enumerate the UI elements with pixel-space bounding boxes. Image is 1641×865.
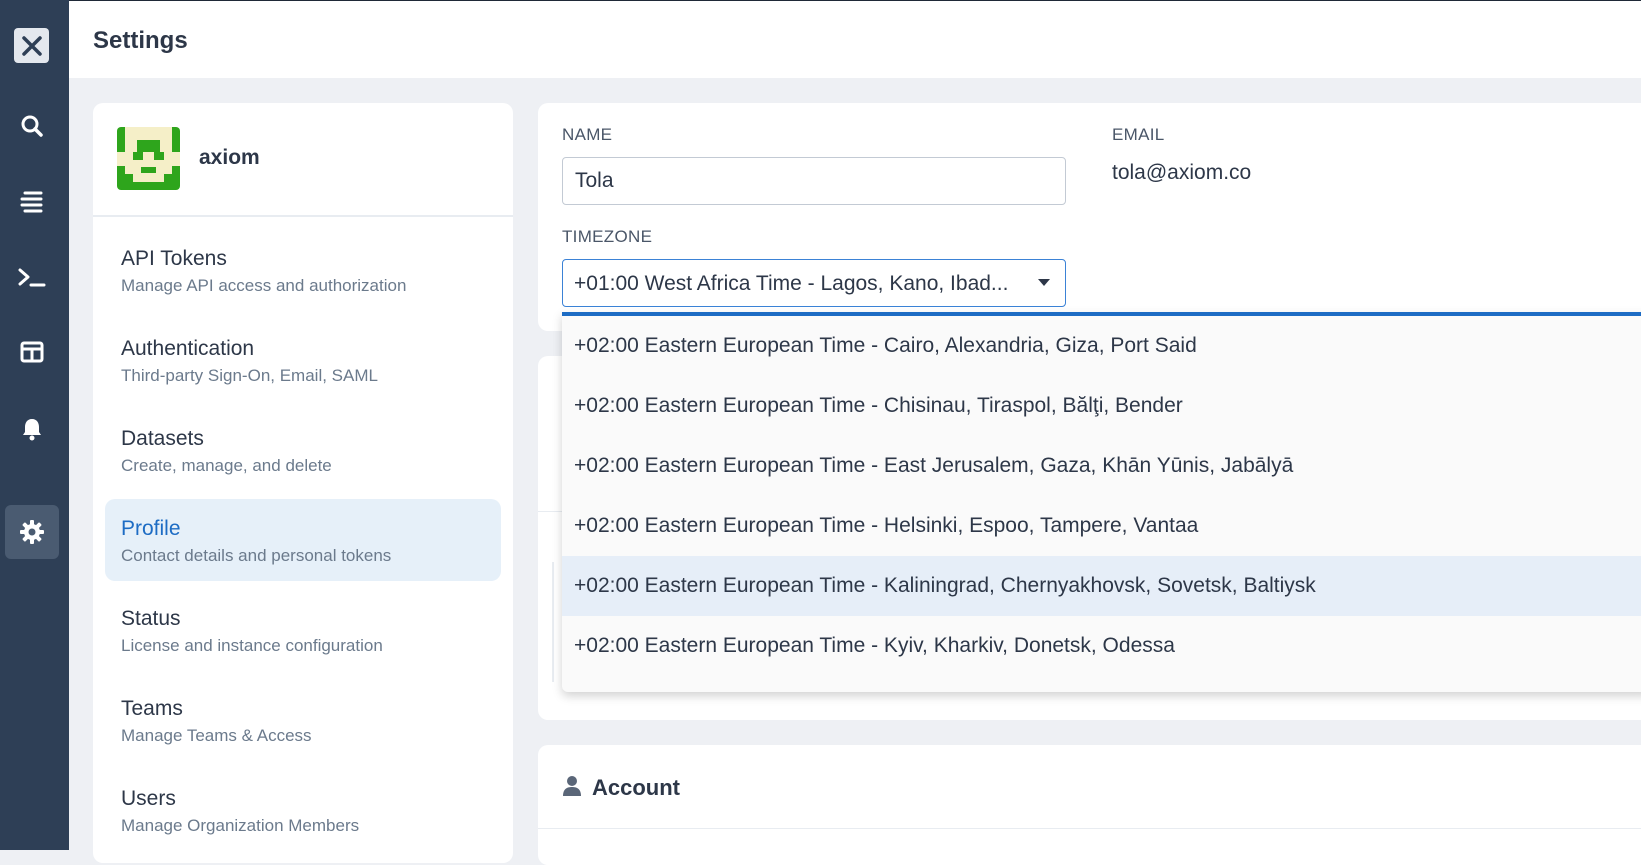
org-avatar: [117, 127, 180, 190]
org-name: axiom: [199, 146, 260, 169]
nav-item-label: API Tokens: [121, 247, 227, 270]
nav-item-desc: Manage Teams & Access: [121, 726, 312, 745]
nav-item-desc: Contact details and personal tokens: [121, 546, 392, 565]
page-title: Settings: [93, 27, 188, 54]
nav-item-desc: Third-party Sign-On, Email, SAML: [121, 366, 378, 385]
nav-item-status[interactable]: Status License and instance configuratio…: [105, 589, 501, 671]
nav-item-api-tokens[interactable]: API Tokens Manage API access and authori…: [105, 229, 501, 311]
search-icon: [21, 115, 43, 137]
timezone-dropdown: +02:00 Eastern European Time - Cairo, Al…: [562, 312, 1641, 692]
timezone-selected-value: +01:00 West Africa Time - Lagos, Kano, I…: [574, 272, 1009, 295]
name-label: NAME: [562, 125, 613, 144]
nav-item-users[interactable]: Users Manage Organization Members: [105, 769, 501, 851]
timezone-option[interactable]: +02:00 Eastern European Time - Cairo, Al…: [562, 316, 1641, 376]
caret-down-icon: [1038, 279, 1050, 286]
org-header: axiom: [93, 103, 513, 217]
card-divider: [538, 828, 1641, 829]
left-rail: [0, 0, 69, 850]
name-input[interactable]: [562, 157, 1066, 205]
gear-icon: [20, 520, 44, 544]
bell-icon: [23, 419, 41, 441]
email-label: EMAIL: [1112, 125, 1165, 144]
card-inner-line: [552, 562, 554, 682]
close-button[interactable]: [14, 28, 49, 63]
rail-search-button[interactable]: [5, 99, 59, 153]
nav-item-authentication[interactable]: Authentication Third-party Sign-On, Emai…: [105, 319, 501, 401]
rail-datasets-button[interactable]: [5, 174, 59, 228]
nav-item-label: Teams: [121, 697, 183, 720]
nav-item-desc: Manage API access and authorization: [121, 276, 407, 295]
timezone-option-highlighted[interactable]: +02:00 Eastern European Time - Kaliningr…: [562, 556, 1641, 616]
rail-monitors-button[interactable]: [5, 402, 59, 456]
settings-sidebar: axiom API Tokens Manage API access and a…: [93, 103, 513, 863]
nav-item-label: Status: [121, 607, 181, 630]
nav-item-desc: Manage Organization Members: [121, 816, 360, 835]
rail-query-button[interactable]: [5, 250, 59, 304]
nav-item-datasets[interactable]: Datasets Create, manage, and delete: [105, 409, 501, 491]
stream-icon: [20, 191, 43, 213]
nav-item-teams[interactable]: Teams Manage Teams & Access: [105, 679, 501, 761]
nav-item-label: Datasets: [121, 427, 204, 450]
nav-item-label: Users: [121, 787, 176, 810]
timezone-option[interactable]: +02:00 Eastern European Time - Helsinki,…: [562, 496, 1641, 556]
nav-item-desc: License and instance configuration: [121, 636, 383, 655]
nav-item-desc: Create, manage, and delete: [121, 456, 332, 475]
timezone-option[interactable]: +02:00 Eastern European Time - Chisinau,…: [562, 376, 1641, 436]
timezone-label: TIMEZONE: [562, 227, 653, 246]
profile-card: NAME EMAIL tola@axiom.co TIMEZONE +01:00…: [538, 103, 1641, 331]
layout-icon: [20, 341, 44, 363]
user-icon: [563, 776, 581, 796]
terminal-icon: [18, 268, 46, 287]
top-bar: Settings: [69, 0, 1641, 78]
rail-settings-button[interactable]: [5, 505, 59, 559]
timezone-option[interactable]: +02:00 Eastern European Time - Kyiv, Kha…: [562, 616, 1641, 676]
rail-dashboards-button[interactable]: [5, 325, 59, 379]
timezone-select[interactable]: +01:00 West Africa Time - Lagos, Kano, I…: [562, 259, 1066, 307]
nav-item-label: Profile: [121, 517, 181, 540]
settings-nav: API Tokens Manage API access and authori…: [93, 217, 513, 851]
account-card: Account: [538, 745, 1641, 865]
account-section-title: Account: [592, 775, 680, 800]
email-value: tola@axiom.co: [1112, 161, 1252, 184]
timezone-option[interactable]: +02:00 Eastern European Time - East Jeru…: [562, 436, 1641, 496]
close-icon: [21, 35, 42, 56]
nav-item-label: Authentication: [121, 337, 255, 360]
nav-item-profile[interactable]: Profile Contact details and personal tok…: [105, 499, 501, 581]
